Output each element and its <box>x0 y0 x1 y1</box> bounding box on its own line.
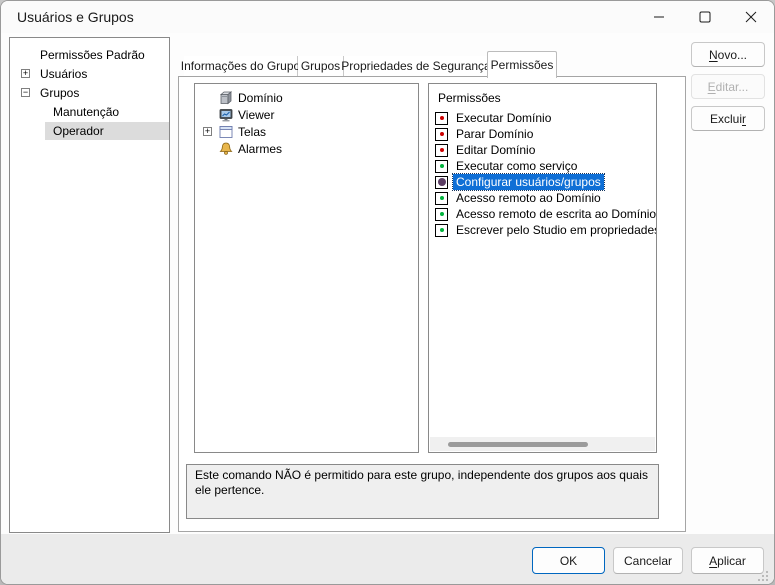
tab-propriedades-de-seguranca[interactable]: Propriedades de Segurança <box>344 56 488 76</box>
permission-label: Editar Domínio <box>453 142 538 158</box>
tab-informacoes-do-grupo[interactable]: Informações do Grupo <box>184 56 298 76</box>
permission-description: Este comando NÃO é permitido para este g… <box>186 464 659 519</box>
permission-item[interactable]: Editar Domínio <box>429 142 656 158</box>
collapse-minus-icon[interactable]: − <box>21 88 30 97</box>
close-icon <box>745 11 757 23</box>
allowed-icon <box>435 192 448 205</box>
tree-item-label: Alarmes <box>238 142 282 156</box>
tree-indent <box>21 50 30 59</box>
allowed-icon <box>435 224 448 237</box>
denied-icon <box>435 144 448 157</box>
permission-label: Escrever pelo Studio em propriedades em … <box>453 222 657 238</box>
permission-label: Configurar usuários/grupos <box>453 174 604 190</box>
permissions-column-header: Permissões <box>438 91 656 105</box>
nav-item-label: Usuários <box>40 67 87 81</box>
excluir-button[interactable]: Excluir <box>691 106 765 131</box>
tree-item-dominio[interactable]: Domínio <box>195 89 418 106</box>
cancelar-button[interactable]: Cancelar <box>613 547 683 574</box>
nav-item-label: Permissões Padrão <box>40 48 145 62</box>
nav-item-usuarios[interactable]: + Usuários <box>10 64 169 83</box>
monitor-icon <box>218 107 234 123</box>
permission-item[interactable]: Executar Domínio <box>429 110 656 126</box>
expand-plus-icon[interactable]: + <box>21 69 30 78</box>
tree-item-label: Viewer <box>238 108 274 122</box>
denied-icon <box>435 128 448 141</box>
tab-grupos[interactable]: Grupos <box>298 56 344 76</box>
expand-plus-icon[interactable]: + <box>203 127 212 136</box>
tree-indent <box>203 144 212 153</box>
allowed-icon <box>435 160 448 173</box>
tree-indent <box>203 110 212 119</box>
tree-item-label: Domínio <box>238 91 283 105</box>
permission-label: Acesso remoto de escrita ao Domínio <box>453 206 657 222</box>
tree-item-label: Telas <box>238 125 266 139</box>
minimize-icon <box>653 11 665 23</box>
nav-item-permissoes-padrao[interactable]: Permissões Padrão <box>10 45 169 64</box>
titlebar[interactable]: Usuários e Grupos <box>1 1 774 33</box>
tree-item-telas[interactable]: + Telas <box>195 123 418 140</box>
permission-label: Executar como serviço <box>453 158 580 174</box>
permission-item[interactable]: Escrever pelo Studio em propriedades em … <box>429 222 656 238</box>
novo-button[interactable]: Novo... <box>691 42 765 67</box>
denied-icon <box>435 112 448 125</box>
users-groups-dialog: Usuários e Grupos Permissões Padrão + Us… <box>0 0 775 585</box>
bell-icon <box>218 141 234 157</box>
tree-item-alarmes[interactable]: Alarmes <box>195 140 418 157</box>
nav-item-manutencao[interactable]: Manutenção <box>10 102 169 121</box>
permission-item[interactable]: Executar como serviço <box>429 158 656 174</box>
groups-nav-panel: Permissões Padrão + Usuários − Grupos Ma… <box>9 37 170 533</box>
nav-item-label: Grupos <box>40 86 79 100</box>
nav-item-label: Operador <box>45 122 169 140</box>
nav-item-grupos[interactable]: − Grupos <box>10 83 169 102</box>
nav-item-label: Manutenção <box>45 103 127 121</box>
window-title: Usuários e Grupos <box>17 9 134 25</box>
window-icon <box>218 124 234 140</box>
allowed-icon <box>435 208 448 221</box>
tab-strip: Informações do Grupo Grupos Propriedades… <box>178 50 686 77</box>
scrollbar-thumb[interactable] <box>448 442 588 447</box>
permission-label: Acesso remoto ao Domínio <box>453 190 604 206</box>
permission-label: Executar Domínio <box>453 110 554 126</box>
horizontal-scrollbar[interactable] <box>430 437 655 451</box>
nav-item-operador[interactable]: Operador <box>10 121 169 140</box>
permission-item[interactable]: Acesso remoto de escrita ao Domínio <box>429 206 656 222</box>
object-tree: Domínio Viewer + Telas <box>194 83 419 453</box>
permissions-list: Permissões Executar Domínio Parar Domíni… <box>428 83 657 453</box>
tree-item-viewer[interactable]: Viewer <box>195 106 418 123</box>
tree-indent <box>203 93 212 102</box>
maximize-icon <box>699 11 711 23</box>
permission-item[interactable]: Parar Domínio <box>429 126 656 142</box>
minimize-button[interactable] <box>636 1 682 33</box>
server-icon <box>218 90 234 106</box>
aplicar-button[interactable]: Aplicar <box>691 547 764 574</box>
editar-button: Editar... <box>691 74 765 99</box>
permission-item-selected[interactable]: Configurar usuários/grupos <box>429 174 656 190</box>
permission-item[interactable]: Acesso remoto ao Domínio <box>429 190 656 206</box>
maximize-button[interactable] <box>682 1 728 33</box>
ok-button[interactable]: OK <box>532 547 605 574</box>
permission-label: Parar Domínio <box>453 126 536 142</box>
denied-selected-icon <box>435 176 448 189</box>
close-button[interactable] <box>728 1 774 33</box>
tab-permissoes[interactable]: Permissões <box>487 51 557 78</box>
